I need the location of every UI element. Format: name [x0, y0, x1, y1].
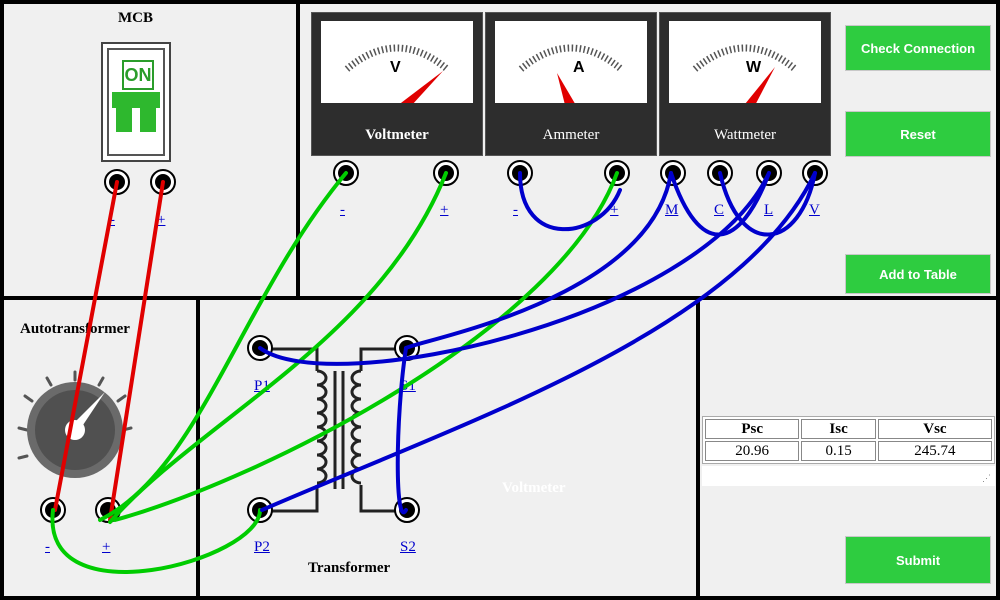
transformer-p2-label[interactable]: P2 — [254, 539, 270, 556]
autotransformer-title: Autotransformer — [20, 321, 130, 337]
table-header-row: Psc Isc Vsc — [705, 419, 992, 439]
cell-psc: 20.96 — [705, 441, 800, 461]
cell-isc: 0.15 — [801, 441, 876, 461]
wattmeter-label: Wattmeter — [713, 127, 777, 143]
ammeter-symbol: A — [573, 59, 585, 76]
ammeter-minus-label[interactable]: - — [513, 202, 518, 219]
autotransformer-plus-label[interactable]: + — [102, 539, 110, 556]
header-isc: Isc — [801, 419, 876, 439]
ammeter-plus-label[interactable]: + — [610, 202, 618, 219]
ammeter-dial: A — [495, 21, 647, 123]
autotransformer-terminal-plus[interactable] — [95, 497, 121, 523]
mcb-on-label: ON — [122, 60, 154, 90]
ammeter-label: Ammeter — [542, 127, 600, 143]
table-row: 20.96 0.15 245.74 — [705, 441, 992, 461]
transformer-p1-label[interactable]: P1 — [254, 378, 270, 395]
transformer-terminal-s1[interactable] — [394, 335, 420, 361]
ammeter-terminal-plus[interactable] — [604, 160, 630, 186]
cell-vsc: 245.74 — [877, 441, 992, 461]
wattmeter-m-label[interactable]: M — [665, 202, 678, 219]
wattmeter-gauge — [692, 44, 798, 123]
wattmeter-c-label[interactable]: C — [714, 202, 724, 219]
results-table: Psc Isc Vsc 20.96 0.15 245.74 — [702, 416, 995, 464]
submit-button[interactable]: Submit — [845, 536, 991, 584]
mcb-title: MCB — [118, 10, 153, 26]
wattmeter-terminal-l[interactable] — [756, 160, 782, 186]
mcb-terminal-minus[interactable] — [104, 169, 130, 195]
autotransformer-minus-label[interactable]: - — [45, 539, 50, 556]
voltmeter-label: Voltmeter — [365, 127, 429, 143]
header-psc: Psc — [705, 419, 800, 439]
header-vsc: Vsc — [877, 419, 992, 439]
wattmeter-l-label[interactable]: L — [764, 202, 773, 219]
resize-handle-icon[interactable]: ⋰ — [982, 473, 991, 484]
voltmeter-terminal-plus[interactable] — [433, 160, 459, 186]
transformer-watermark: Voltmeter — [502, 480, 566, 496]
voltmeter-minus-label[interactable]: - — [340, 202, 345, 219]
mcb-terminal-plus[interactable] — [150, 169, 176, 195]
transformer-terminal-p1[interactable] — [247, 335, 273, 361]
mcb-switch[interactable]: ON — [101, 42, 171, 162]
ammeter-terminal-minus[interactable] — [507, 160, 533, 186]
check-connection-button[interactable]: Check Connection — [845, 25, 991, 71]
voltmeter-dial: V — [321, 21, 473, 123]
voltmeter: V Voltmeter — [311, 12, 483, 156]
wattmeter-terminal-m[interactable] — [660, 160, 686, 186]
transformer-symbol — [261, 347, 395, 513]
table-resize-area: ⋰ — [702, 466, 995, 486]
mcb-plus-label[interactable]: + — [157, 212, 165, 229]
transformer-terminal-s2[interactable] — [394, 497, 420, 523]
ammeter-gauge — [518, 44, 624, 123]
autotransformer-terminal-minus[interactable] — [40, 497, 66, 523]
ammeter: A Ammeter — [485, 12, 657, 156]
wattmeter-symbol: W — [746, 59, 762, 76]
voltmeter-terminal-minus[interactable] — [333, 160, 359, 186]
autotransformer-knob[interactable] — [5, 370, 145, 480]
voltmeter-plus-label[interactable]: + — [440, 202, 448, 219]
wattmeter-dial: W — [669, 21, 821, 123]
transformer-s1-label[interactable]: S1 — [400, 378, 416, 395]
wattmeter-terminal-v[interactable] — [802, 160, 828, 186]
transformer-title: Transformer — [308, 560, 391, 576]
wattmeter: W Wattmeter — [659, 12, 831, 156]
transformer-s2-label[interactable]: S2 — [400, 539, 416, 556]
reset-button[interactable]: Reset — [845, 111, 991, 157]
wattmeter-terminal-c[interactable] — [707, 160, 733, 186]
wattmeter-v-label[interactable]: V — [809, 202, 820, 219]
add-to-table-button[interactable]: Add to Table — [845, 254, 991, 294]
mcb-minus-label[interactable]: - — [110, 212, 115, 229]
transformer-terminal-p2[interactable] — [247, 497, 273, 523]
voltmeter-symbol: V — [390, 59, 401, 76]
